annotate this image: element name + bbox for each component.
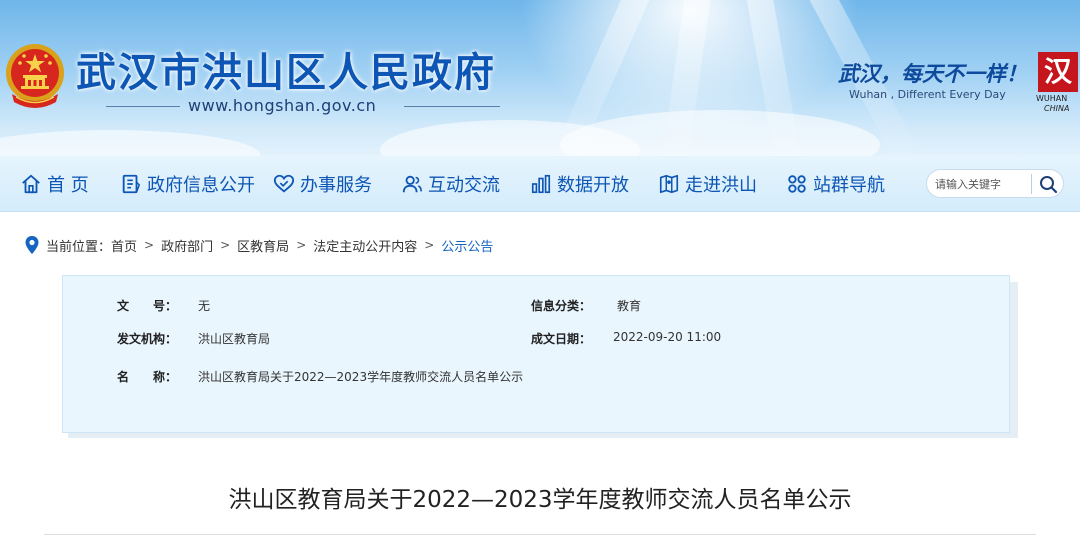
breadcrumb-prefix: 当前位置：	[46, 239, 112, 255]
header-banner: 武汉市洪山区人民政府 www.hongshan.gov.cn 武汉，每天不一样！…	[0, 0, 1080, 156]
breadcrumb-separator-icon: >	[296, 238, 307, 252]
doc-name-value: 洪山区教育局关于2022—2023学年度教师交流人员名单公示	[198, 370, 524, 384]
nav-item-about-hongshan[interactable]: 走进洪山	[658, 156, 757, 212]
grid-icon	[788, 175, 806, 193]
nav-item-gov-info[interactable]: 政府信息公开	[120, 156, 255, 212]
wuhan-logo-subtext: CHINA	[1044, 104, 1070, 113]
nav-item-open-data[interactable]: 数据开放	[530, 156, 629, 212]
main-nav: 首 页 政府信息公开 办事服务 互动交流 数据开放 走进洪山 站群导航	[0, 156, 1080, 212]
nav-label: 办事服务	[300, 175, 372, 196]
search-box	[926, 169, 1064, 198]
breadcrumb-separator-icon: >	[144, 238, 155, 252]
breadcrumb-item-disclosure[interactable]: 法定主动公开内容	[313, 236, 417, 255]
wuhan-logo-text: WUHAN	[1036, 94, 1068, 103]
breadcrumb-separator-icon: >	[220, 238, 231, 252]
issuer-label: 发文机构：	[117, 332, 178, 346]
url-divider-left	[106, 106, 180, 107]
users-icon	[402, 175, 422, 193]
handshake-icon	[273, 174, 295, 193]
nav-label: 站群导航	[813, 175, 885, 196]
location-pin-icon	[25, 236, 39, 254]
breadcrumb: 当前位置： 首页 > 政府部门 > 区教育局 > 法定主动公开内容 > 公示公告	[24, 234, 493, 256]
breadcrumb-item-departments[interactable]: 政府部门	[161, 236, 213, 255]
breadcrumb-item-education-bureau[interactable]: 区教育局	[237, 236, 289, 255]
site-title[interactable]: 武汉市洪山区人民政府	[76, 40, 496, 98]
map-icon	[659, 174, 679, 194]
slogan-chinese: 武汉，每天不一样！	[838, 61, 1027, 86]
banner-cloud	[0, 130, 260, 156]
slogan-english: Wuhan , Different Every Day	[849, 88, 1006, 101]
nav-label: 政府信息公开	[147, 175, 255, 196]
search-input[interactable]	[935, 174, 1035, 194]
date-value: 2022-09-20 11:00	[613, 330, 722, 344]
category-value: 教育	[617, 299, 642, 313]
search-divider	[1031, 174, 1032, 194]
nav-label: 首 页	[47, 175, 89, 196]
doc-number-label: 文 号：	[117, 299, 178, 313]
nav-label: 数据开放	[557, 175, 629, 196]
article-divider	[44, 534, 1036, 535]
category-label: 信息分类：	[531, 299, 592, 313]
url-divider-right	[404, 106, 500, 107]
doc-number-value: 无	[198, 299, 211, 313]
breadcrumb-item-home[interactable]: 首页	[111, 236, 137, 255]
nav-label: 互动交流	[428, 175, 500, 196]
date-label: 成文日期：	[531, 332, 592, 346]
wuhan-logo-mark-icon: 汉	[1038, 52, 1078, 92]
breadcrumb-item-announcements[interactable]: 公示公告	[441, 236, 493, 255]
site-url: www.hongshan.gov.cn	[188, 96, 377, 115]
nav-label: 走进洪山	[685, 175, 757, 196]
document-info-panel: 文 号： 无 信息分类： 教育 发文机构： 洪山区教育局 成文日期： 2022-…	[62, 275, 1010, 433]
nav-item-site-navigation[interactable]: 站群导航	[786, 156, 885, 212]
document-icon	[122, 174, 141, 194]
nav-item-services[interactable]: 办事服务	[273, 156, 372, 212]
search-icon[interactable]	[1035, 172, 1061, 196]
home-icon	[22, 174, 40, 194]
doc-name-label: 名 称：	[117, 370, 178, 384]
wuhan-city-logo: 汉 WUHAN CHINA	[1036, 52, 1080, 114]
bar-chart-icon	[531, 174, 551, 194]
nav-item-home[interactable]: 首 页	[20, 156, 89, 212]
breadcrumb-separator-icon: >	[424, 238, 435, 252]
nav-item-interaction[interactable]: 互动交流	[401, 156, 500, 212]
issuer-value: 洪山区教育局	[198, 332, 271, 346]
national-emblem-icon	[6, 44, 64, 108]
article-title: 洪山区教育局关于2022—2023学年度教师交流人员名单公示	[228, 487, 852, 513]
